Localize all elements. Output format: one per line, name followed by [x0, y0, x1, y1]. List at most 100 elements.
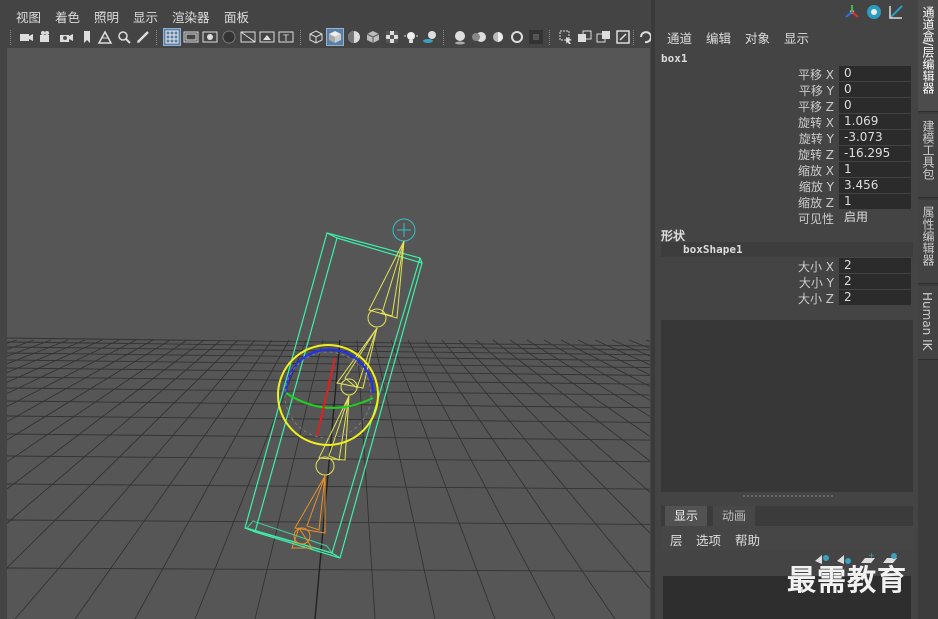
menu-show[interactable]: 显示	[133, 7, 158, 26]
channel-row[interactable]: 平移 Y 0	[655, 82, 918, 98]
channel-row[interactable]: 可见性 启用	[655, 210, 918, 226]
menu-panels[interactable]: 面板	[224, 7, 249, 26]
channel-label[interactable]: 平移 X	[798, 66, 834, 83]
smooth-shade-icon[interactable]	[326, 28, 344, 46]
xray-joints-icon[interactable]	[577, 29, 593, 45]
menu-renderer[interactable]: 渲染器	[172, 7, 210, 26]
channel-label[interactable]: 大小 Y	[799, 274, 834, 291]
channel-label[interactable]: 旋转 Z	[798, 146, 834, 163]
depth-of-field-icon[interactable]	[509, 29, 525, 45]
multisample-aa-icon[interactable]	[490, 29, 506, 45]
grease-pencil-icon[interactable]	[135, 29, 151, 45]
bounding-box-icon[interactable]	[365, 29, 381, 45]
menu-view[interactable]: 视图	[16, 7, 41, 26]
camera-attribute-icon[interactable]	[38, 29, 54, 45]
hyperbolic-icon[interactable]	[888, 4, 904, 20]
speed-icon[interactable]	[866, 4, 882, 20]
manipulator-icon[interactable]	[844, 4, 860, 20]
shape-name-bar[interactable]: boxShape1	[661, 242, 913, 257]
channel-row[interactable]: 平移 X 0	[655, 66, 918, 82]
channel-row[interactable]: 旋转 X 1.069	[655, 114, 918, 130]
menu-help[interactable]: 帮助	[735, 530, 760, 549]
channel-label[interactable]: 旋转 X	[798, 114, 834, 131]
isolate-select-icon[interactable]	[528, 29, 544, 45]
menu-object[interactable]: 对象	[745, 28, 770, 47]
menu-edit[interactable]: 编辑	[706, 28, 731, 47]
channel-label[interactable]: 大小 X	[798, 258, 834, 275]
shadows-icon[interactable]	[422, 29, 438, 45]
wireframe-icon[interactable]	[308, 29, 324, 45]
channel-row[interactable]: 旋转 Z -16.295	[655, 146, 918, 162]
tab-modeling-toolkit[interactable]: 建模工具包	[918, 114, 938, 198]
channel-value-field[interactable]: 0	[839, 82, 911, 97]
channel-label[interactable]: 缩放 Z	[798, 194, 834, 211]
menu-display[interactable]: 显示	[784, 28, 809, 47]
xray-icon[interactable]	[558, 29, 574, 45]
menu-options[interactable]: 选项	[696, 530, 721, 549]
channel-value-field[interactable]: 0	[839, 98, 911, 113]
channel-label[interactable]: 旋转 Y	[799, 130, 834, 147]
image-plane-icon[interactable]	[97, 29, 113, 45]
hip-joint[interactable]	[315, 456, 335, 476]
grid-icon[interactable]	[163, 28, 181, 46]
channel-row[interactable]: 大小 Y 2	[655, 274, 918, 290]
textured-icon[interactable]	[384, 29, 400, 45]
tab-attribute-editor[interactable]: 属性编辑器	[918, 200, 938, 284]
channel-row[interactable]: 缩放 X 1	[655, 162, 918, 178]
screen-space-ao-icon[interactable]	[452, 29, 468, 45]
channel-row[interactable]: 缩放 Z 1	[655, 194, 918, 210]
gate-mask-icon[interactable]	[221, 29, 237, 45]
film-gate-icon[interactable]	[183, 29, 199, 45]
tab-display-layers[interactable]: 显示	[665, 506, 708, 526]
channel-row[interactable]: 平移 Z 0	[655, 98, 918, 114]
channel-row[interactable]: 大小 X 2	[655, 258, 918, 274]
neck-joint[interactable]	[367, 308, 387, 328]
camera-icon[interactable]	[18, 29, 34, 45]
channel-value-field[interactable]: -3.073	[839, 130, 911, 145]
channel-value-field[interactable]: 2	[839, 274, 911, 289]
field-chart-icon[interactable]	[240, 29, 256, 45]
2d-pan-zoom-icon[interactable]	[116, 29, 132, 45]
box1-wireframe[interactable]	[244, 232, 423, 559]
xray-active-icon[interactable]	[596, 29, 612, 45]
channel-label[interactable]: 缩放 X	[798, 162, 834, 179]
channel-value-field[interactable]: 启用	[839, 210, 911, 225]
channel-row[interactable]: 缩放 Y 3.456	[655, 178, 918, 194]
channel-value-field[interactable]: -16.295	[839, 146, 911, 161]
channel-label[interactable]: 平移 Z	[798, 98, 834, 115]
menu-layers[interactable]: 层	[670, 530, 683, 549]
tab-anim-layers[interactable]: 动画	[713, 506, 756, 526]
menu-shading[interactable]: 着色	[55, 7, 80, 26]
channel-label[interactable]: 缩放 Y	[799, 178, 834, 195]
channel-value-field[interactable]: 2	[839, 290, 911, 305]
channel-value-field[interactable]: 3.456	[839, 178, 911, 193]
channel-value-field[interactable]: 1	[839, 162, 911, 177]
camera-bookmark-icon[interactable]	[58, 29, 74, 45]
joint-chain[interactable]	[291, 218, 416, 549]
channel-row[interactable]: 旋转 Y -3.073	[655, 130, 918, 146]
tab-channel-box-layer-editor[interactable]: 通道盒/层编辑器	[918, 0, 938, 112]
splitter-handle[interactable]	[743, 495, 833, 497]
tab-human-ik[interactable]: Human IK	[918, 286, 938, 360]
character-rig[interactable]	[244, 218, 423, 559]
channel-label[interactable]: 平移 Y	[799, 82, 834, 99]
menu-channels[interactable]: 通道	[667, 28, 692, 47]
resolution-gate-icon[interactable]	[202, 29, 218, 45]
channel-value-field[interactable]: 1.069	[839, 114, 911, 129]
viewport2-icon[interactable]	[639, 29, 651, 45]
3d-viewport[interactable]	[7, 48, 650, 619]
channel-value-field[interactable]: 2	[839, 258, 911, 273]
channel-value-field[interactable]: 0	[839, 66, 911, 81]
bookmark-icon[interactable]	[79, 29, 95, 45]
rotate-y-ring[interactable]	[285, 392, 374, 409]
channel-value-field[interactable]: 1	[839, 194, 911, 209]
channel-label[interactable]: 大小 Z	[798, 290, 834, 307]
channel-label[interactable]: 可见性	[798, 210, 834, 227]
menu-lighting[interactable]: 照明	[94, 7, 119, 26]
use-all-lights-icon[interactable]	[403, 29, 419, 45]
object-name[interactable]: box1	[661, 52, 688, 65]
safe-title-icon[interactable]: T	[278, 29, 294, 45]
motion-blur-icon[interactable]	[471, 29, 487, 45]
safe-action-icon[interactable]	[259, 29, 275, 45]
channel-row[interactable]: 大小 Z 2	[655, 290, 918, 306]
